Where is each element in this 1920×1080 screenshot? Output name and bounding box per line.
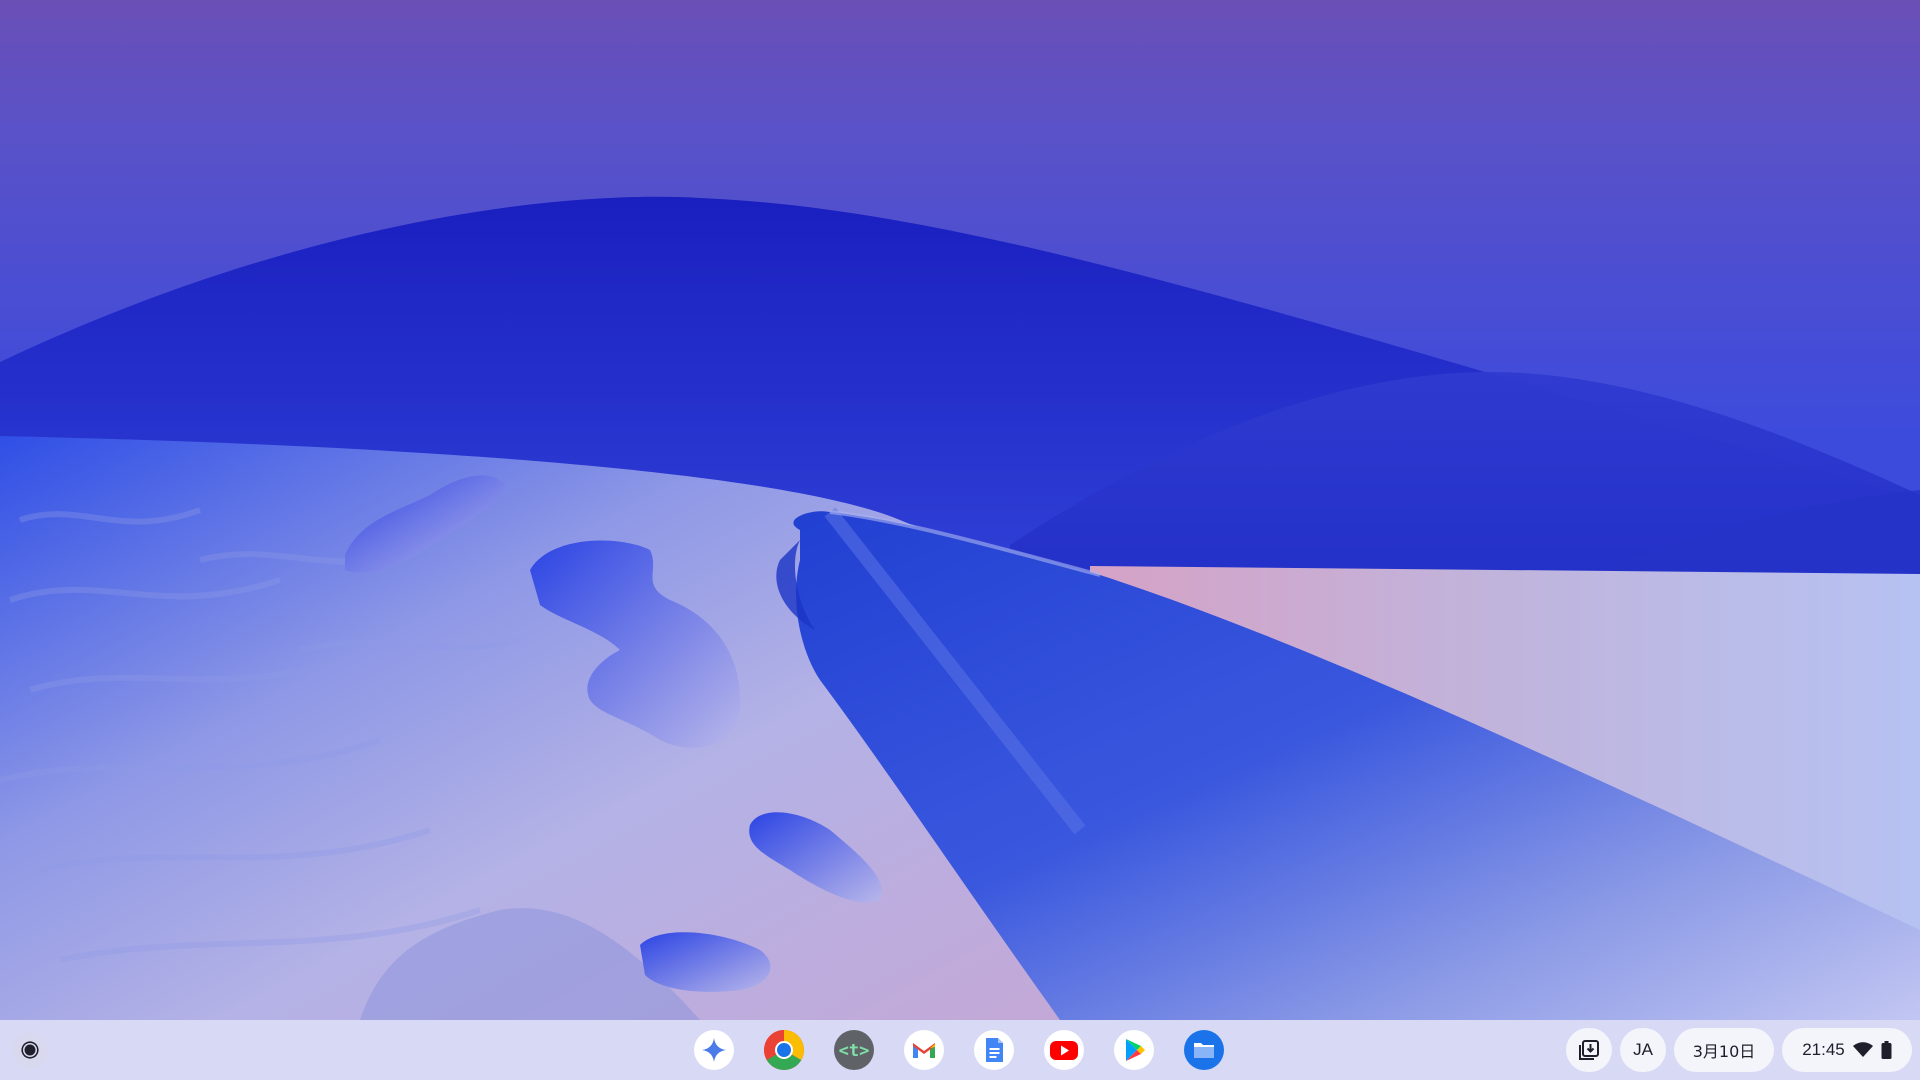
app-docs[interactable] <box>972 1028 1016 1072</box>
app-files[interactable] <box>1182 1028 1226 1072</box>
gmail-icon <box>904 1030 944 1070</box>
launcher-icon <box>24 1044 36 1056</box>
wallpaper <box>0 196 1920 1020</box>
youtube-icon <box>1044 1030 1084 1070</box>
docs-icon <box>974 1030 1014 1070</box>
files-icon <box>1184 1030 1224 1070</box>
date-label: 3月10日 <box>1692 1042 1756 1061</box>
terminal-icon: <t> <box>834 1030 874 1070</box>
ime-menu-button[interactable]: JA <box>1620 1028 1666 1072</box>
terminal-label: <t> <box>839 1041 870 1061</box>
app-chrome[interactable] <box>762 1028 806 1072</box>
play-store-icon <box>1114 1030 1154 1070</box>
date-tray-button[interactable]: 3月10日 <box>1674 1028 1774 1072</box>
app-gmail[interactable] <box>902 1028 946 1072</box>
status-tray: JA 3月10日 21:45 <box>1566 1028 1912 1072</box>
launcher-button[interactable] <box>12 1032 48 1068</box>
app-gemini[interactable] <box>692 1028 736 1072</box>
gemini-icon <box>694 1030 734 1070</box>
desktop: <t> JA 3月10日 21:45 <box>0 0 1920 1080</box>
clock-time: 21:45 <box>1802 1040 1845 1059</box>
holding-space-button[interactable] <box>1566 1028 1612 1072</box>
ime-label: JA <box>1633 1040 1653 1059</box>
battery-icon <box>1881 1041 1892 1059</box>
unified-system-tray[interactable]: 21:45 <box>1782 1028 1912 1072</box>
shelf: <t> JA 3月10日 21:45 <box>0 1020 1920 1080</box>
holding-space-icon <box>1579 1040 1599 1060</box>
pinned-apps: <t> <box>692 1028 1226 1072</box>
app-play-store[interactable] <box>1112 1028 1156 1072</box>
app-youtube[interactable] <box>1042 1028 1086 1072</box>
wifi-icon <box>1852 1042 1873 1057</box>
chrome-icon <box>764 1030 804 1070</box>
app-terminal[interactable]: <t> <box>832 1028 876 1072</box>
